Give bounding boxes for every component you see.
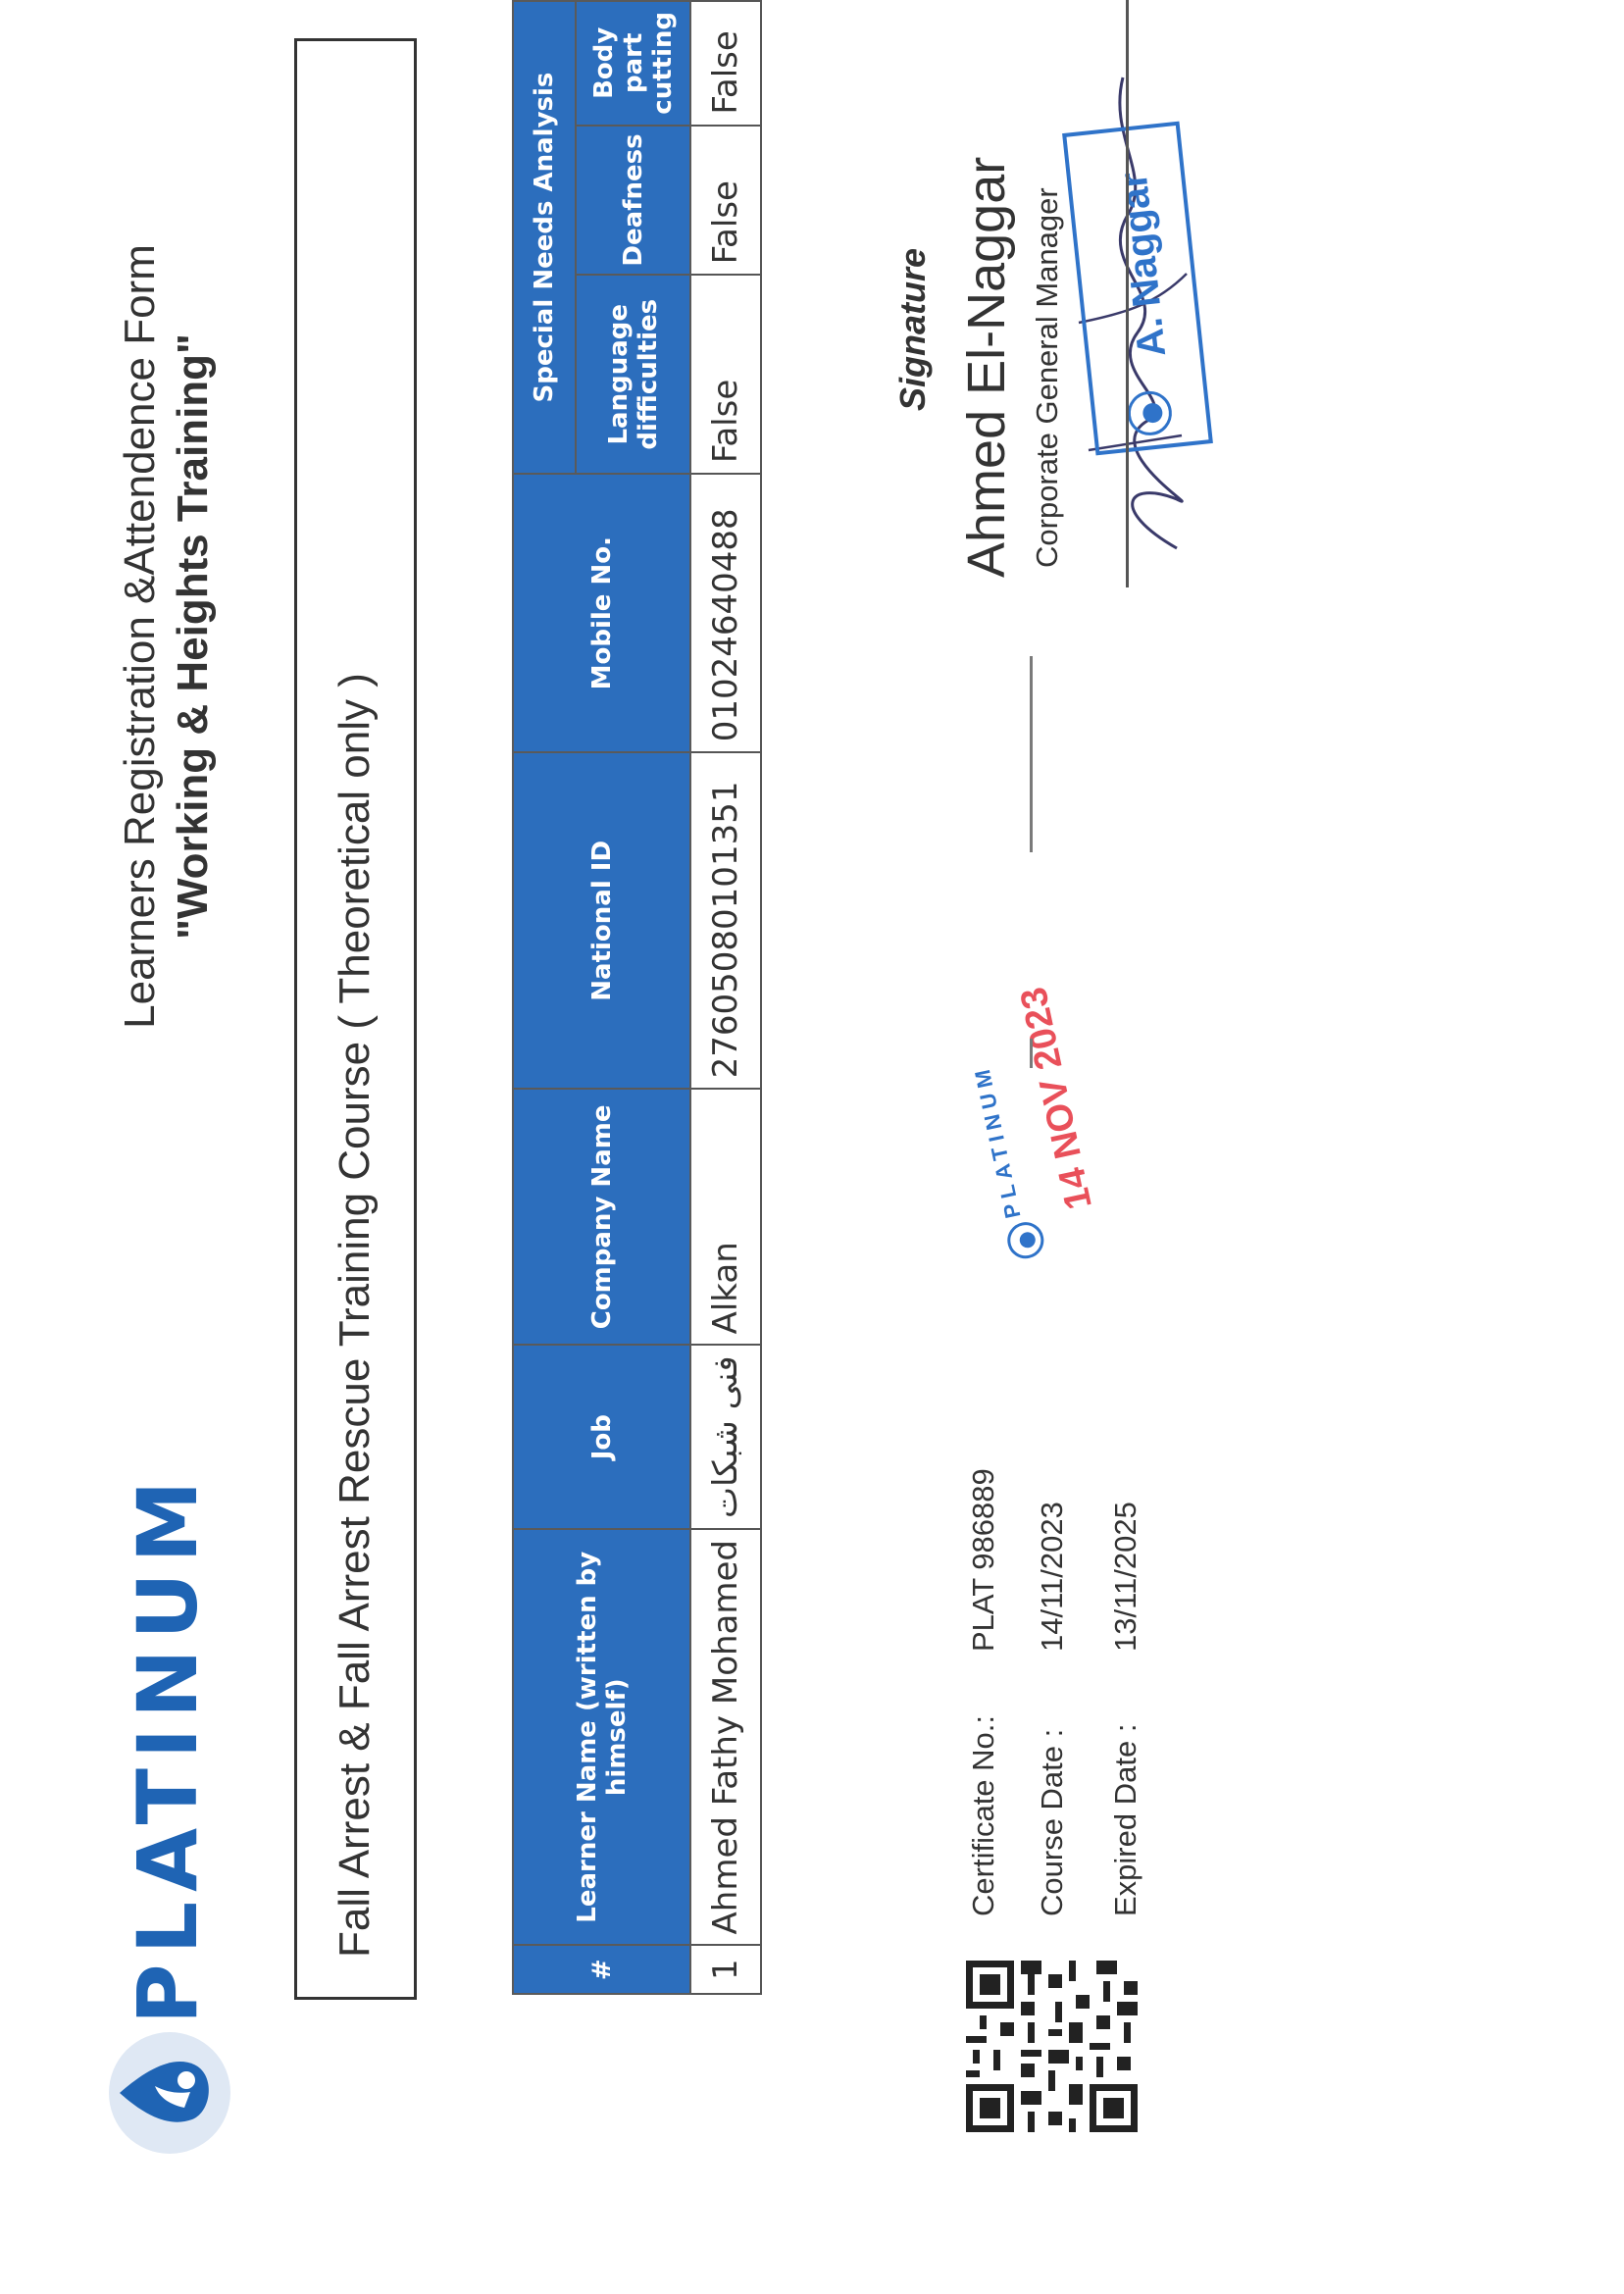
brand-name: PLATINUM [120,1470,216,2024]
cell-mobile: 01024640488 [690,474,761,753]
stamp-date: 14 NOV 2023 [1012,983,1100,1213]
form-page: PLATINUM Learners Registration &Attenden… [0,0,1624,2294]
signature-line [1126,0,1129,587]
cell-language: False [690,275,761,475]
qr-code-icon [966,1961,1138,2132]
cell-body-part: False [690,1,761,126]
col-header-language: Language difficulties [576,275,690,475]
signature-label: Signature [892,247,933,411]
col-header-deafness: Deafness [576,125,690,276]
cell-num: 1 [690,1945,761,1994]
course-title: Fall Arrest & Fall Arrest Rescue Trainin… [330,673,379,1958]
divider-line [1030,656,1033,852]
course-date-label: Course Date : [1035,1728,1069,1916]
expired-date-label: Expired Date : [1108,1723,1142,1916]
signature-stamp-text: A. Naggar [1111,170,1175,360]
cell-national-id: 27605080101351 [690,752,761,1090]
cell-deafness: False [690,125,761,276]
stamp-brand: PLATINUM [968,1061,1026,1221]
certificate-value: PLAT 986889 [966,1468,1000,1652]
certificate-label: Certificate No.: [966,1714,1000,1916]
form-subtitle: "Working & Heights Training" [169,333,217,940]
col-header-body-part: Body part cutting [576,1,690,126]
signatory-name: Ahmed El-Naggar [957,156,1016,578]
col-header-learner-name: Learner Name (written by himself) [513,1528,690,1946]
course-date-value: 14/11/2023 [1035,1502,1069,1652]
cell-job: فنى شبكات [690,1345,761,1529]
col-header-job: Job [513,1345,690,1529]
table-group-header-row: # Learner Name (written by himself) Job … [513,1,690,1994]
signature-stamp-logo-icon [1127,390,1172,435]
col-header-num: # [513,1945,690,1994]
signatory-title: Corporate General Manager [1030,187,1064,568]
divider-line-tick [1030,1039,1033,1068]
form-title: Learners Registration &Attendence Form [116,244,164,1029]
date-stamp: PLATINUM 14 NOV 2023 [915,962,1164,1271]
expired-date-value: 13/11/2025 [1108,1502,1142,1652]
registration-table: # Learner Name (written by himself) Job … [512,0,762,1995]
col-header-company: Company Name [513,1089,690,1346]
cell-learner-name: Ahmed Fathy Mohamed [690,1528,761,1946]
stamp-logo-icon [1007,1222,1044,1259]
cell-company: Alkan [690,1089,761,1346]
special-needs-header: Special Needs Analysis [513,1,576,475]
platinum-logo-icon [109,2032,230,2154]
course-box: Fall Arrest & Fall Arrest Rescue Trainin… [294,38,417,2000]
col-header-mobile: Mobile No. [513,474,690,753]
col-header-national-id: National ID [513,752,690,1090]
table-row: 1 Ahmed Fathy Mohamed فنى شبكات Alkan 27… [690,1,761,1994]
